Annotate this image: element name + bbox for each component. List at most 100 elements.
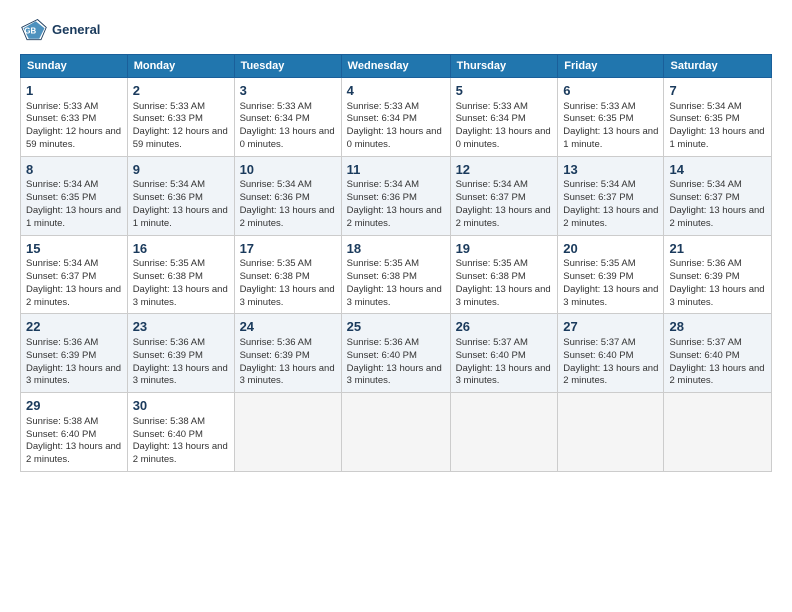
calendar-cell: 3Sunrise: 5:33 AMSunset: 6:34 PMDaylight… <box>234 78 341 157</box>
sunrise-label: Sunrise: 5:35 AM <box>563 258 635 269</box>
day-number: 6 <box>563 82 658 100</box>
sunrise-label: Sunrise: 5:34 AM <box>669 101 741 112</box>
day-number: 1 <box>26 82 122 100</box>
daylight-label: Daylight: 13 hours and 2 minutes. <box>563 363 658 387</box>
day-number: 2 <box>133 82 229 100</box>
sunset-label: Sunset: 6:39 PM <box>240 350 310 361</box>
calendar-cell: 11Sunrise: 5:34 AMSunset: 6:36 PMDayligh… <box>341 156 450 235</box>
daylight-label: Daylight: 13 hours and 0 minutes. <box>347 126 442 150</box>
day-number: 12 <box>456 161 553 179</box>
sunrise-label: Sunrise: 5:34 AM <box>563 179 635 190</box>
sunrise-label: Sunrise: 5:33 AM <box>240 101 312 112</box>
daylight-label: Daylight: 13 hours and 3 minutes. <box>669 284 764 308</box>
calendar-cell <box>450 393 558 472</box>
calendar-cell: 12Sunrise: 5:34 AM Sunset: 6:37 PM Dayligh… <box>450 156 558 235</box>
sunset-label: Sunset: 6:37 PM <box>26 271 96 282</box>
sunset-label: Sunset: 6:40 PM <box>669 350 739 361</box>
sunrise-label: Sunrise: 5:38 AM <box>26 416 98 427</box>
calendar-week-1: 1Sunrise: 5:33 AMSunset: 6:33 PMDaylight… <box>21 78 772 157</box>
day-number: 30 <box>133 397 229 415</box>
day-number: 5 <box>456 82 553 100</box>
sunrise-label: Sunrise: 5:35 AM <box>347 258 419 269</box>
daylight-label: Daylight: 13 hours and 3 minutes. <box>26 363 121 387</box>
daylight-label: Daylight: 13 hours and 2 minutes. <box>456 205 551 229</box>
calendar-cell: 29Sunrise: 5:38 AMSunset: 6:40 PMDayligh… <box>21 393 128 472</box>
sunrise-label: Sunrise: 5:35 AM <box>133 258 205 269</box>
sunrise-label: Sunrise: 5:35 AM <box>456 258 528 269</box>
sunset-label: Sunset: 6:33 PM <box>133 113 203 124</box>
sunset-label: Sunset: 6:37 PM <box>456 192 526 203</box>
daylight-label: Daylight: 13 hours and 2 minutes. <box>133 441 228 465</box>
calendar-cell: 19Sunrise: 5:35 AMSunset: 6:38 PMDayligh… <box>450 235 558 314</box>
logo-text: General <box>52 23 100 37</box>
daylight-label: Daylight: 13 hours and 1 minute. <box>133 205 228 229</box>
weekday-header-friday: Friday <box>558 55 664 78</box>
calendar-cell: 2Sunrise: 5:33 AMSunset: 6:33 PM Daylight… <box>127 78 234 157</box>
weekday-header-wednesday: Wednesday <box>341 55 450 78</box>
sunset-label: Sunset: 6:33 PM <box>26 113 96 124</box>
sunset-label: Sunset: 6:40 PM <box>133 429 203 440</box>
sunrise-label: Sunrise: 5:34 AM <box>456 179 528 190</box>
calendar-week-5: 29Sunrise: 5:38 AMSunset: 6:40 PMDayligh… <box>21 393 772 472</box>
calendar-cell: 9Sunrise: 5:34 AMSunset: 6:36 PMDaylight… <box>127 156 234 235</box>
calendar-cell <box>664 393 772 472</box>
calendar-cell: 18Sunrise: 5:35 AM Sunset: 6:38 PM Dayligh… <box>341 235 450 314</box>
daylight-label: Daylight: 13 hours and 2 minutes. <box>669 363 764 387</box>
sunset-label: Sunset: 6:35 PM <box>669 113 739 124</box>
daylight-label: Daylight: 13 hours and 3 minutes. <box>347 284 442 308</box>
day-number: 25 <box>347 318 445 336</box>
sunrise-label: Sunrise: 5:33 AM <box>563 101 635 112</box>
daylight-label: Daylight: 13 hours and 1 minute. <box>26 205 121 229</box>
calendar-cell: 25Sunrise: 5:36 AMSunset: 6:40 PMDayligh… <box>341 314 450 393</box>
daylight-label: Daylight: 13 hours and 2 minutes. <box>563 205 658 229</box>
calendar-cell: 16Sunrise: 5:35 AMSunset: 6:38 PMDayligh… <box>127 235 234 314</box>
logo-icon: GB <box>20 16 48 44</box>
sunrise-label: Sunrise: 5:33 AM <box>133 101 205 112</box>
sunset-label: Sunset: 6:40 PM <box>26 429 96 440</box>
sunset-label: Sunset: 6:37 PM <box>563 192 633 203</box>
calendar-cell: 30Sunrise: 5:38 AMSunset: 6:40 PMDayligh… <box>127 393 234 472</box>
sunset-label: Sunset: 6:38 PM <box>240 271 310 282</box>
sunrise-label: Sunrise: 5:35 AM <box>240 258 312 269</box>
sunrise-label: Sunrise: 5:36 AM <box>347 337 419 348</box>
weekday-header-monday: Monday <box>127 55 234 78</box>
daylight-label: Daylight: 13 hours and 2 minutes. <box>347 205 442 229</box>
daylight-label: Daylight: 13 hours and 2 minutes. <box>669 205 764 229</box>
sunset-label: Sunset: 6:38 PM <box>347 271 417 282</box>
daylight-label: Daylight: 13 hours and 0 minutes. <box>240 126 335 150</box>
daylight-label: Daylight: 13 hours and 3 minutes. <box>563 284 658 308</box>
sunrise-label: Sunrise: 5:36 AM <box>669 258 741 269</box>
sunset-label: Sunset: 6:40 PM <box>456 350 526 361</box>
daylight-label: Daylight: 13 hours and 3 minutes. <box>133 284 228 308</box>
day-number: 4 <box>347 82 445 100</box>
sunset-label: Sunset: 6:38 PM <box>456 271 526 282</box>
sunrise-label: Sunrise: 5:36 AM <box>133 337 205 348</box>
calendar-cell: 5Sunrise: 5:33 AMSunset: 6:34 PMDaylight… <box>450 78 558 157</box>
weekday-header-thursday: Thursday <box>450 55 558 78</box>
calendar-week-4: 22Sunrise: 5:36 AMSunset: 6:39 PMDayligh… <box>21 314 772 393</box>
day-number: 9 <box>133 161 229 179</box>
sunrise-label: Sunrise: 5:34 AM <box>26 179 98 190</box>
sunrise-label: Sunrise: 5:33 AM <box>26 101 98 112</box>
sunset-label: Sunset: 6:35 PM <box>26 192 96 203</box>
calendar-cell: 15Sunrise: 5:34 AMSunset: 6:37 PMDayligh… <box>21 235 128 314</box>
calendar-cell: 24Sunrise: 5:36 AMSunset: 6:39 PMDayligh… <box>234 314 341 393</box>
daylight-label: Daylight: 12 hours and 59 minutes. <box>133 126 228 150</box>
day-number: 23 <box>133 318 229 336</box>
header: GB General <box>20 16 772 44</box>
logo: GB General <box>20 16 100 44</box>
day-number: 20 <box>563 240 658 258</box>
calendar-cell: 20Sunrise: 5:35 AMSunset: 6:39 PMDayligh… <box>558 235 664 314</box>
day-number: 26 <box>456 318 553 336</box>
calendar-cell: 17Sunrise: 5:35 AMSunset: 6:38 PMDayligh… <box>234 235 341 314</box>
calendar-cell: 26Sunrise: 5:37 AMSunset: 6:40 PMDayligh… <box>450 314 558 393</box>
sunset-label: Sunset: 6:36 PM <box>133 192 203 203</box>
sunset-label: Sunset: 6:37 PM <box>669 192 739 203</box>
sunset-label: Sunset: 6:39 PM <box>669 271 739 282</box>
sunrise-label: Sunrise: 5:37 AM <box>669 337 741 348</box>
day-number: 21 <box>669 240 766 258</box>
sunset-label: Sunset: 6:40 PM <box>347 350 417 361</box>
weekday-header-saturday: Saturday <box>664 55 772 78</box>
day-number: 18 <box>347 240 445 258</box>
weekday-header-sunday: Sunday <box>21 55 128 78</box>
